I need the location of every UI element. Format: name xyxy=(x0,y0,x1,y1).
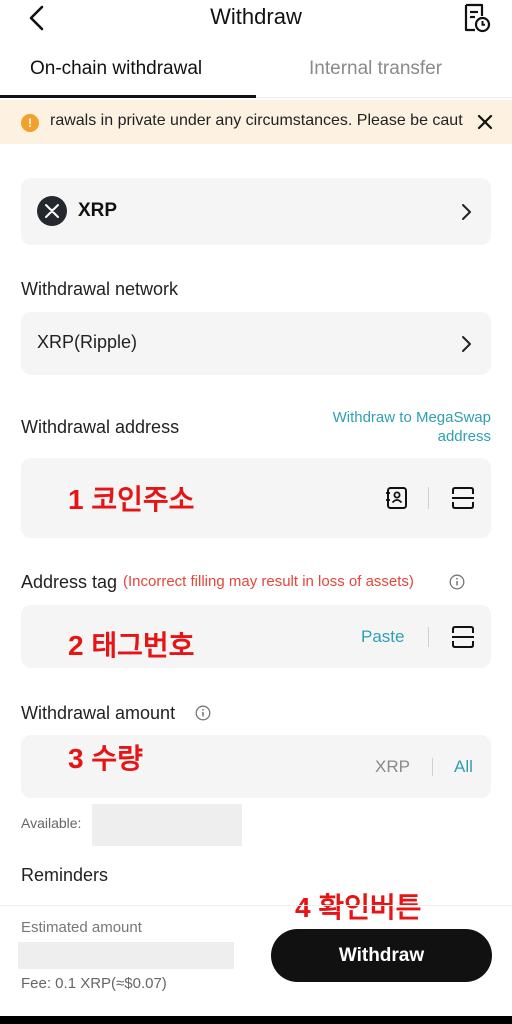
estimated-amount-label: Estimated amount xyxy=(21,919,142,936)
chevron-right-icon xyxy=(462,336,471,352)
address-input-value[interactable]: 1 코인주소 xyxy=(68,478,194,518)
fee-text: Fee: 0.1 XRP(≈$0.07) xyxy=(21,975,167,992)
scan-button[interactable] xyxy=(450,624,476,650)
scan-icon xyxy=(452,487,474,509)
scan-icon xyxy=(452,626,474,648)
divider xyxy=(432,758,433,776)
divider xyxy=(428,487,429,509)
chevron-right-icon xyxy=(462,204,471,220)
divider xyxy=(428,627,429,647)
info-icon[interactable] xyxy=(195,705,211,721)
active-tab-indicator xyxy=(0,95,256,98)
tab-internal-transfer[interactable]: Internal transfer xyxy=(309,58,442,80)
address-book-icon xyxy=(386,487,407,509)
info-icon[interactable] xyxy=(449,574,465,590)
tab-on-chain-withdrawal[interactable]: On-chain withdrawal xyxy=(30,58,202,80)
amount-unit: XRP xyxy=(375,757,410,776)
withdraw-button[interactable]: Withdraw xyxy=(271,929,492,982)
paste-button[interactable]: Paste xyxy=(361,627,404,647)
all-button[interactable]: All xyxy=(454,757,473,777)
close-icon xyxy=(477,114,493,130)
amount-input-value[interactable]: 3 수량 xyxy=(68,737,143,777)
available-label: Available: xyxy=(21,815,82,831)
system-nav-bar xyxy=(0,1016,512,1024)
amount-label: Withdrawal amount xyxy=(21,703,176,723)
scan-button[interactable] xyxy=(450,485,476,511)
confirm-annotation: 4 확인버튼 xyxy=(295,892,422,923)
address-book-button[interactable] xyxy=(384,485,410,511)
page-title: Withdraw xyxy=(210,4,302,29)
address-label: Withdrawal address xyxy=(21,417,180,437)
tag-label: Address tag xyxy=(21,572,118,592)
footer-divider xyxy=(0,905,512,906)
notice-text: rawals in private under any circumstance… xyxy=(50,112,463,129)
network-value: XRP(Ripple) xyxy=(37,332,138,352)
coin-name: XRP xyxy=(78,200,118,221)
network-label: Withdrawal network xyxy=(21,279,179,299)
warning-icon: ! xyxy=(21,114,39,132)
megaswap-address-link[interactable]: Withdraw to MegaSwap address xyxy=(300,408,491,446)
history-document-icon xyxy=(464,3,491,33)
tag-warning: (Incorrect filling may result in loss of… xyxy=(123,573,414,590)
tag-input-value[interactable]: 2 태그번호 xyxy=(68,624,194,664)
reminders-heading: Reminders xyxy=(21,865,109,885)
history-button[interactable] xyxy=(460,2,492,34)
available-value-redacted xyxy=(92,804,242,846)
notice-close-button[interactable] xyxy=(474,111,496,133)
xrp-logo-icon xyxy=(37,196,67,226)
estimated-amount-redacted xyxy=(18,942,234,969)
